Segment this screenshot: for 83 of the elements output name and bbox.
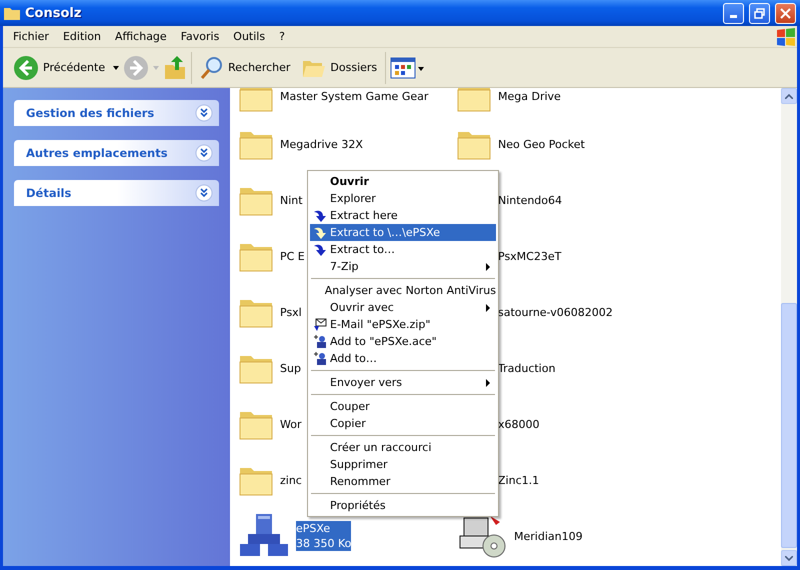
submenu-arrow-icon: [486, 378, 490, 386]
file-name[interactable]: Traduction: [498, 360, 556, 376]
maximize-button[interactable]: [749, 2, 770, 24]
file-name[interactable]: Sup: [280, 360, 301, 376]
menu-item[interactable]: Fichier: [6, 30, 56, 43]
context-menu-item[interactable]: Renommer: [310, 473, 496, 490]
panel-title: Gestion des fichiers: [26, 106, 156, 120]
file-name[interactable]: Master System Game Gear: [280, 88, 428, 104]
panel-title: Détails: [26, 186, 72, 200]
menu-item[interactable]: Favoris: [174, 30, 226, 43]
folders-button[interactable]: Dossiers: [298, 54, 382, 80]
dropdown-caret-icon[interactable]: [113, 66, 120, 70]
file-name[interactable]: Neo Geo Pocket: [498, 136, 585, 152]
folder-icon: [4, 6, 20, 20]
figures-icon: [313, 352, 327, 366]
folder-up-icon[interactable]: [163, 54, 188, 80]
minimize-icon: [730, 14, 737, 18]
context-menu-item[interactable]: Copier: [310, 415, 496, 432]
close-button[interactable]: [775, 2, 796, 24]
expand-icon[interactable]: [195, 144, 213, 162]
file-name[interactable]: Mega Drive: [498, 88, 561, 104]
context-menu-item[interactable]: Créer un raccourci: [310, 439, 496, 456]
task-panel[interactable]: Gestion des fichiers: [14, 100, 219, 126]
file-name[interactable]: Meridian109: [514, 528, 583, 544]
context-menu-item[interactable]: Extract to…: [310, 241, 496, 258]
submenu-arrow-icon: [486, 262, 490, 270]
context-menu-item[interactable]: Add to "ePSXe.ace": [310, 333, 496, 350]
context-menu-item[interactable]: Couper: [310, 398, 496, 415]
file-name[interactable]: Megadrive 32X: [280, 136, 363, 152]
search-icon: [200, 56, 224, 80]
views-icon[interactable]: [390, 56, 424, 80]
context-menu-item[interactable]: 7-Zip: [310, 258, 496, 275]
menu-item[interactable]: Edition: [56, 30, 108, 43]
file-name[interactable]: Nintendo64: [498, 192, 562, 208]
figures-icon: [313, 334, 327, 348]
file-name[interactable]: Nint: [280, 192, 303, 208]
expand-icon[interactable]: [195, 184, 213, 202]
menu-item[interactable]: Outils: [226, 30, 272, 43]
menu-item[interactable]: Affichage: [108, 30, 174, 43]
back-button[interactable]: Précédente: [9, 52, 110, 82]
windows-flag-icon: [775, 26, 797, 46]
scroll-thumb[interactable]: [781, 303, 797, 548]
arrow-icon: [313, 209, 327, 222]
window-title: Consolz: [25, 6, 82, 20]
scrollbar[interactable]: [781, 88, 797, 566]
context-menu-item[interactable]: Envoyer vers: [310, 374, 496, 391]
context-menu-item[interactable]: Extract to \…\ePSXe: [310, 224, 496, 241]
file-name[interactable]: PC E: [280, 248, 305, 264]
file-name[interactable]: PsxMC23eT: [498, 248, 562, 264]
panel-title: Autres emplacements: [26, 146, 169, 160]
context-menu-item[interactable]: E-Mail "ePSXe.zip": [310, 316, 496, 333]
file-name[interactable]: Psxl: [280, 304, 302, 320]
minimize-button[interactable]: [723, 2, 744, 24]
file-name[interactable]: satourne-v06082002: [498, 304, 613, 320]
file-name[interactable]: zinc: [280, 472, 302, 488]
context-menu-item[interactable]: Supprimer: [310, 456, 496, 473]
file-name[interactable]: ePSXe 38 350 Ko: [296, 521, 352, 551]
arrow-icon: [313, 226, 327, 239]
file-name[interactable]: Wor: [280, 416, 302, 432]
folder-icon: [238, 88, 274, 114]
restore-icon: [754, 8, 765, 18]
context-menu-item[interactable]: Analyser avec Norton AntiVirus: [310, 282, 496, 299]
close-icon: [780, 8, 791, 18]
scroll-down-icon[interactable]: [785, 556, 793, 560]
scroll-up-icon[interactable]: [785, 94, 793, 98]
expand-icon[interactable]: [195, 104, 213, 122]
arrow-icon: [313, 243, 327, 256]
context-menu-item[interactable]: Ouvrir: [310, 173, 496, 190]
context-menu-item[interactable]: Extract here: [310, 207, 496, 224]
search-button[interactable]: Rechercher: [196, 54, 294, 82]
context-menu-item[interactable]: Add to…: [310, 350, 496, 367]
task-panel[interactable]: Détails: [14, 180, 219, 206]
folder-icon: [456, 88, 492, 114]
file-name[interactable]: Zinc1.1: [498, 472, 540, 488]
submenu-arrow-icon: [486, 304, 490, 312]
context-menu-item[interactable]: Explorer: [310, 190, 496, 207]
dropdown-caret-icon: [153, 66, 160, 70]
task-panel[interactable]: Autres emplacements: [14, 140, 219, 166]
context-menu-item[interactable]: Propriétés: [310, 497, 496, 514]
context-menu-item[interactable]: Ouvrir avec: [310, 299, 496, 316]
menu-item[interactable]: ?: [272, 30, 292, 43]
file-name[interactable]: x68000: [498, 416, 540, 432]
envelope-icon: [313, 318, 327, 332]
